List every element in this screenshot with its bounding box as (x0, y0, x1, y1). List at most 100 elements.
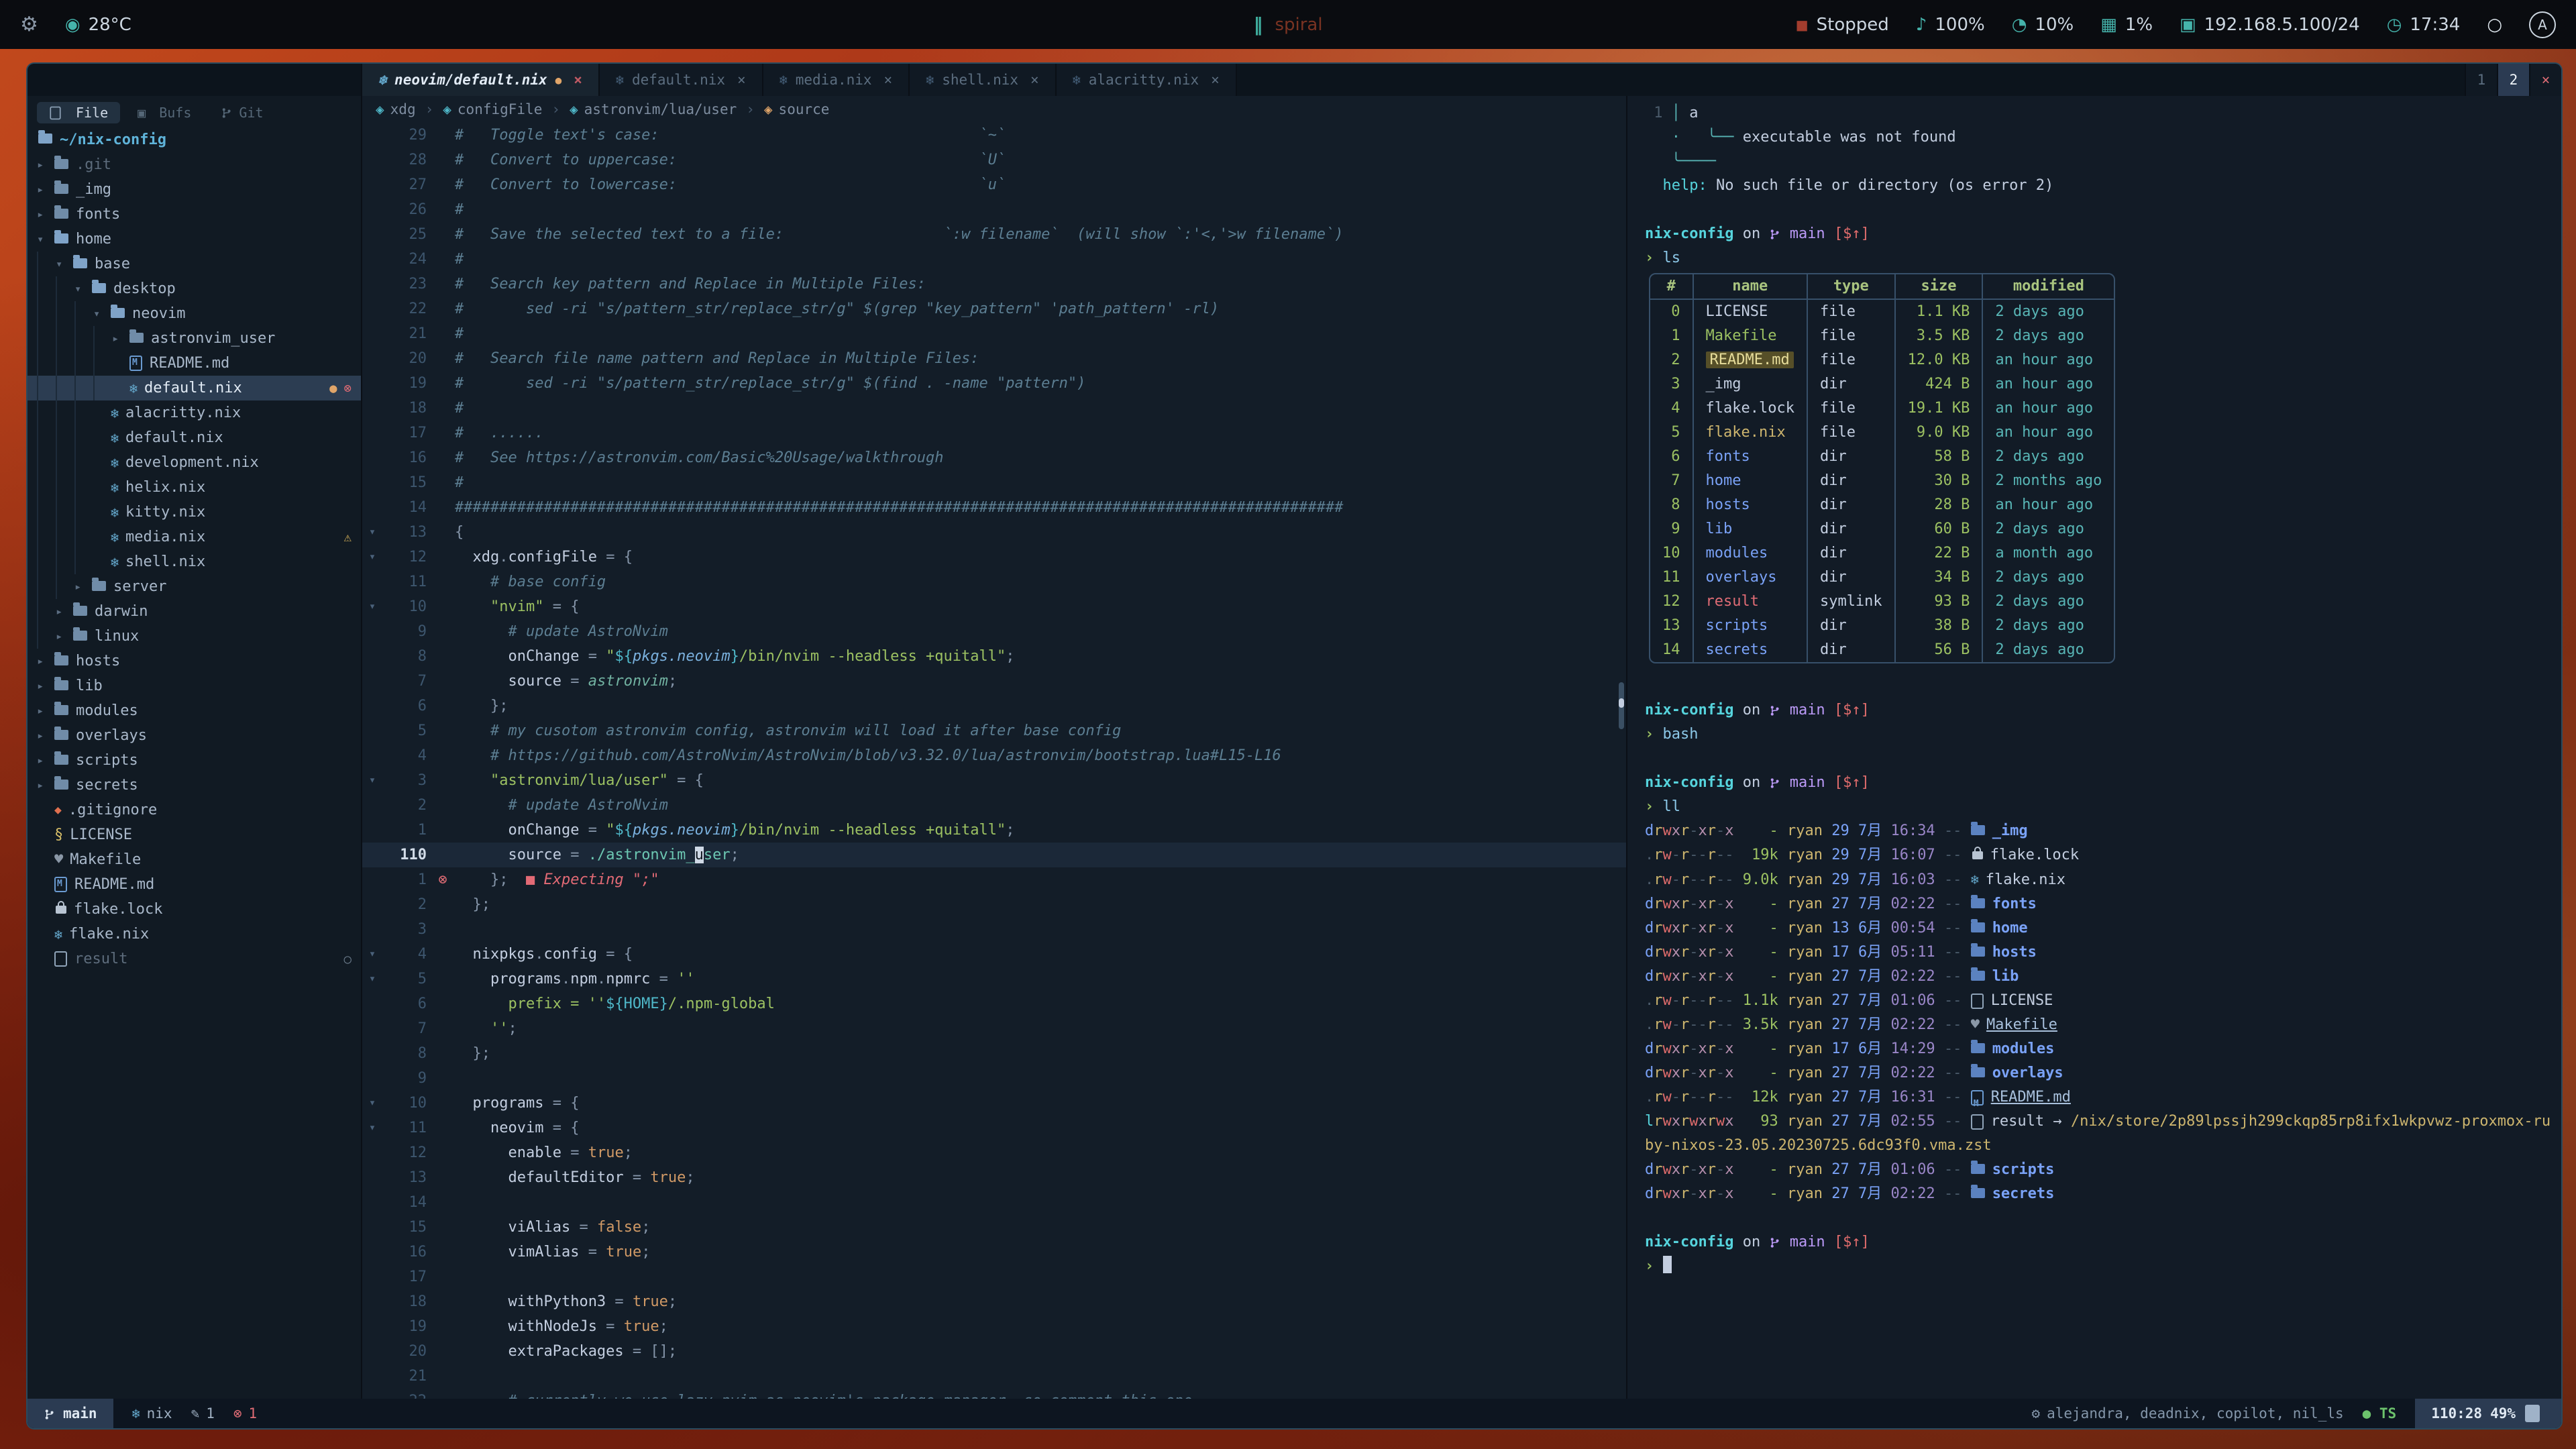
power-button[interactable]: ○ (2487, 15, 2502, 35)
code-line[interactable]: 4 # https://github.com/AstroNvim/AstroNv… (362, 743, 1626, 768)
code-line[interactable]: ▾13{ (362, 520, 1626, 545)
tree-item-default.nix[interactable]: ❄default.nix●⊗ (28, 376, 361, 400)
tree-item-_img[interactable]: ▸_img (28, 177, 361, 202)
code-line[interactable]: 7 source = astronvim; (362, 669, 1626, 694)
tree-item-lib[interactable]: ▸lib (28, 674, 361, 698)
code-line[interactable]: ▾10 "nvim" = { (362, 594, 1626, 619)
fold-icon[interactable]: ▾ (362, 942, 382, 967)
tree-item-flake.nix[interactable]: ❄flake.nix (28, 922, 361, 947)
code-line[interactable]: 15# (362, 470, 1626, 495)
tree-item-flake.lock[interactable]: flake.lock (28, 897, 361, 922)
tree-item-LICENSE[interactable]: §LICENSE (28, 822, 361, 847)
memory-widget[interactable]: ▦1% (2100, 15, 2153, 35)
fold-icon[interactable]: ▾ (362, 545, 382, 570)
code-line[interactable]: 24# (362, 247, 1626, 272)
tree-item-README.md[interactable]: MREADME.md (28, 351, 361, 376)
tree-item-hosts[interactable]: ▸hosts (28, 649, 361, 674)
editor[interactable]: ◈xdg›◈configFile›◈astronvim/lua/user›◈so… (362, 96, 1626, 1399)
code-line[interactable]: 13 defaultEditor = true; (362, 1165, 1626, 1190)
tree-root[interactable]: ~/nix-config (28, 127, 361, 152)
tab-close-icon[interactable]: × (1211, 72, 1220, 88)
buffer-tab[interactable]: ❄media.nix× (763, 64, 910, 96)
tab-close-icon[interactable]: × (574, 72, 582, 88)
code-line[interactable]: 22# sed -ri "s/pattern_str/replace_str/g… (362, 297, 1626, 321)
tree-item-modules[interactable]: ▸modules (28, 698, 361, 723)
tree-item-alacritty.nix[interactable]: ❄alacritty.nix (28, 400, 361, 425)
tree-item-README.md[interactable]: MREADME.md (28, 872, 361, 897)
code-line[interactable]: 9 # update AstroNvim (362, 619, 1626, 644)
tree-item-.git[interactable]: ▸.git (28, 152, 361, 177)
volume-widget[interactable]: ♪100% (1916, 15, 1985, 35)
buffer-tab[interactable]: ❄default.nix× (600, 64, 763, 96)
keyboard-layout-indicator[interactable]: A (2529, 11, 2556, 38)
code-line[interactable]: 9 (362, 1066, 1626, 1091)
tree-item-media.nix[interactable]: ❄media.nix⚠ (28, 525, 361, 549)
breadcrumb-item[interactable]: ◈xdg (376, 101, 416, 117)
code-line[interactable]: 20 extraPackages = []; (362, 1339, 1626, 1364)
code-line[interactable]: 29# Toggle text's case: `~` (362, 123, 1626, 148)
breadcrumb-item[interactable]: ◈configFile (443, 101, 542, 117)
tab-close-icon[interactable]: × (737, 72, 746, 88)
statusline-branch[interactable]: main (28, 1399, 113, 1428)
tree-tab-file[interactable]: File (37, 102, 120, 123)
tree-item-helix.nix[interactable]: ❄helix.nix (28, 475, 361, 500)
tabpage-close-icon[interactable]: × (2529, 64, 2561, 96)
code-line[interactable]: 15 viAlias = false; (362, 1215, 1626, 1240)
code-line[interactable]: ▾3 "astronvim/lua/user" = { (362, 768, 1626, 793)
code-line[interactable]: 7 ''; (362, 1016, 1626, 1041)
code-line[interactable]: 6 prefix = ''${HOME}/.npm-global (362, 991, 1626, 1016)
code-line[interactable]: 5 # my cusotom astronvim config, astronv… (362, 718, 1626, 743)
code-line[interactable]: 6 }; (362, 694, 1626, 718)
terminal-pane[interactable]: 1 │ a · ╰── executable was not found ╰──… (1626, 96, 2561, 1399)
tree-item-server[interactable]: ▸server (28, 574, 361, 599)
tree-item-desktop[interactable]: ▾desktop (28, 276, 361, 301)
code-line[interactable]: 8 }; (362, 1041, 1626, 1066)
tree-item-result[interactable]: result○ (28, 947, 361, 971)
tree-item-overlays[interactable]: ▸overlays (28, 723, 361, 748)
network-widget[interactable]: ▣192.168.5.100/24 (2180, 15, 2360, 35)
tree-item-kitty.nix[interactable]: ❄kitty.nix (28, 500, 361, 525)
tabpage-2[interactable]: 2 (2497, 64, 2529, 96)
fold-icon[interactable]: ▾ (362, 1116, 382, 1140)
recorder-status-widget[interactable]: ■Stopped (1796, 15, 1889, 35)
code-line[interactable]: 2 }; (362, 892, 1626, 917)
fold-icon[interactable]: ▾ (362, 768, 382, 793)
media-widget[interactable]: ‖ spiral (1253, 13, 1322, 36)
code-line[interactable]: 14######################################… (362, 495, 1626, 520)
breadcrumb-item[interactable]: ◈astronvim/lua/user (570, 101, 737, 117)
code-line[interactable]: 27# Convert to lowercase: `u` (362, 172, 1626, 197)
code-line[interactable]: 2 # update AstroNvim (362, 793, 1626, 818)
code-line[interactable]: 17# ...... (362, 421, 1626, 445)
code-line[interactable]: 26# (362, 197, 1626, 222)
tab-close-icon[interactable]: × (884, 72, 893, 88)
code-line[interactable]: 18# (362, 396, 1626, 421)
code-line[interactable]: 28# Convert to uppercase: `U` (362, 148, 1626, 172)
code-line[interactable]: 17 (362, 1265, 1626, 1289)
tree-item-Makefile[interactable]: ♥Makefile (28, 847, 361, 872)
tree-item-neovim[interactable]: ▾neovim (28, 301, 361, 326)
code-line[interactable]: 18 withPython3 = true; (362, 1289, 1626, 1314)
code-line[interactable]: 25# Save the selected text to a file: `:… (362, 222, 1626, 247)
code-line[interactable]: 110 source = ./astronvim_user; (362, 843, 1626, 867)
tree-item-astronvim_user[interactable]: ▸astronvim_user (28, 326, 361, 351)
buffer-tab[interactable]: ❄neovim/default.nix●× (362, 64, 600, 96)
tabpage-1[interactable]: 1 (2465, 64, 2497, 96)
code-line[interactable]: 19# sed -ri "s/pattern_str/replace_str/g… (362, 371, 1626, 396)
code-line[interactable]: ▾12 xdg.configFile = { (362, 545, 1626, 570)
clock-widget[interactable]: ◷17:34 (2387, 15, 2461, 35)
code-line[interactable]: 21# (362, 321, 1626, 346)
code-line[interactable]: 16# See https://astronvim.com/Basic%20Us… (362, 445, 1626, 470)
code-line[interactable]: ▾10 programs = { (362, 1091, 1626, 1116)
fold-icon[interactable]: ▾ (362, 1091, 382, 1116)
code-line[interactable]: 20# Search file name pattern and Replace… (362, 346, 1626, 371)
tab-close-icon[interactable]: × (1030, 72, 1039, 88)
code-line[interactable]: ▾5 programs.npm.npmrc = '' (362, 967, 1626, 991)
editor-scrollbar[interactable] (1619, 682, 1624, 729)
tree-item-scripts[interactable]: ▸scripts (28, 748, 361, 773)
fold-icon[interactable]: ▾ (362, 520, 382, 545)
launcher-button[interactable]: ⚙ (20, 13, 38, 36)
code-line[interactable]: 3 (362, 917, 1626, 942)
scrollbar-thumb[interactable] (1619, 698, 1624, 708)
buffer-tab[interactable]: ❄alacritty.nix× (1057, 64, 1237, 96)
tree-item-.gitignore[interactable]: ◆.gitignore (28, 798, 361, 822)
